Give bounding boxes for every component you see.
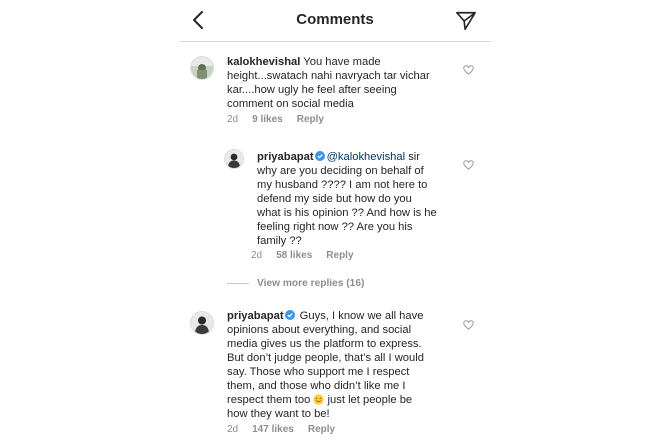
comment-meta: 2d 58 likes Reply	[251, 250, 368, 261]
comments-screen: Comments kalokhevishal You have made hei…	[179, 0, 491, 447]
smiling-face-emoji-icon	[313, 394, 325, 405]
avatar-photo-icon	[191, 57, 213, 79]
reply-button[interactable]: Reply	[308, 424, 335, 435]
comment-text: priyabapat @kalokhevishal sir why are you…	[257, 151, 437, 247]
comment-meta: 2d 147 likes Reply	[227, 424, 349, 435]
comment-username[interactable]: priyabapat	[227, 310, 284, 322]
avatar[interactable]	[224, 149, 244, 169]
comment-age: 2d	[251, 250, 263, 261]
comment-text: priyabapat Guys, I know we all have opin…	[227, 310, 424, 420]
verified-badge-icon	[314, 151, 325, 161]
view-more-replies-button[interactable]: View more replies (16)	[227, 278, 364, 289]
send-paper-plane-icon[interactable]	[455, 10, 477, 32]
page-title: Comments	[296, 11, 374, 28]
avatar-photo-icon	[225, 150, 243, 168]
likes-count[interactable]: 58 likes	[276, 250, 312, 261]
comment-meta: 2d 9 likes Reply	[227, 114, 338, 125]
comment-text: kalokhevishal You have made height...swa…	[227, 56, 430, 110]
avatar[interactable]	[190, 311, 214, 335]
verified-badge-icon	[284, 310, 295, 320]
comment-age: 2d	[227, 114, 239, 125]
heart-outline-icon[interactable]	[463, 65, 474, 75]
heart-outline-icon[interactable]	[463, 320, 474, 330]
reply-button[interactable]: Reply	[297, 114, 324, 125]
top-bar: Comments	[179, 0, 491, 42]
comment-username[interactable]: priyabapat	[257, 151, 314, 163]
divider-line	[227, 282, 249, 284]
avatar-photo-icon	[191, 312, 213, 334]
comment-age: 2d	[227, 424, 239, 435]
heart-outline-icon[interactable]	[463, 160, 474, 170]
reply-button[interactable]: Reply	[326, 250, 353, 261]
likes-count[interactable]: 9 likes	[252, 114, 283, 125]
avatar[interactable]	[190, 56, 214, 80]
mention-link[interactable]: @kalokhevishal	[327, 151, 406, 163]
likes-count[interactable]: 147 likes	[252, 424, 294, 435]
comment-username[interactable]: kalokhevishal	[227, 56, 300, 68]
